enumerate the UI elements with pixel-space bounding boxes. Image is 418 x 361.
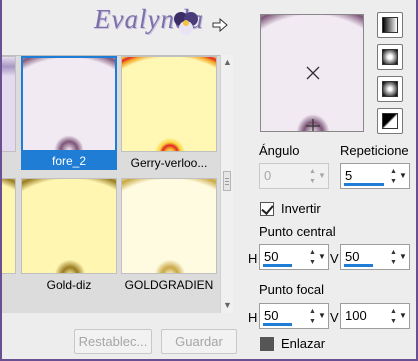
link-label: Enlazar [281,336,326,351]
flower-icon [174,12,198,35]
center-h-stepper[interactable]: 50 ▲ ▼ ▼ [259,244,329,270]
gallery-item-label: Gold-diz [46,278,92,292]
focal-v-value: 100 [345,308,367,323]
scroll-up-icon[interactable]: ▲ [223,58,232,67]
center-v-label: V [330,251,339,266]
gallery-item[interactable] [2,56,16,168]
reset-button[interactable]: Restablec... [74,329,152,354]
angle-value: 0 [264,168,272,183]
repeats-value: 5 [345,168,353,183]
sunburst-style-icon [382,81,398,97]
radial-style-icon [382,113,398,129]
angle-label: Ángulo [259,143,300,158]
angle-stepper[interactable]: 0 ▲ ▼ ▼ [259,163,329,189]
repeats-stepper[interactable]: 5 ▲ ▼ ▼ [340,163,410,189]
gallery-item-label: fore_2 [21,152,117,170]
gallery-item-gerry[interactable]: Gerry-verloo... [121,56,217,170]
focal-v-dropdown-icon[interactable]: ▼ [398,306,408,326]
sunburst-style-button[interactable] [377,76,403,102]
load-arrow-icon[interactable] [212,18,228,32]
angle-down-icon[interactable]: ▼ [308,177,317,186]
focal-h-value: 50 [264,308,279,323]
center-v-slider-bar [344,264,373,267]
rectangular-style-button[interactable] [377,44,403,70]
link-checkbox[interactable] [260,337,274,351]
center-h-value: 50 [264,249,279,264]
save-button[interactable]: Guardar [161,329,237,354]
center-h-up-icon[interactable]: ▲ [308,248,317,257]
gallery-item-goldgradien[interactable]: GOLDGRADIEN [121,178,217,292]
radial-style-button[interactable] [377,108,403,134]
gallery-item[interactable] [2,178,16,290]
gallery-item-fore-2[interactable]: fore_2 [21,56,117,170]
repeats-label: Repeticione [340,143,409,158]
gradient-dialog: Evalynda fore_2 Gerry-verloo... Gold-diz [0,0,418,361]
invert-checkbox[interactable] [260,202,274,216]
focal-v-stepper[interactable]: 100 ▲ ▼ ▼ [340,303,410,329]
center-h-slider-bar [263,264,292,267]
focal-h-dropdown-icon[interactable]: ▼ [317,306,327,326]
gallery-item-label [2,156,16,172]
focal-h-stepper[interactable]: 50 ▲ ▼ ▼ [259,303,329,329]
gallery-item-label: GOLDGRADIEN [124,278,214,292]
center-point-label: Punto central [259,224,336,239]
center-h-dropdown-icon[interactable]: ▼ [317,247,327,267]
focal-h-label: H [248,310,258,325]
invert-label: Invertir [281,201,321,216]
scroll-down-icon[interactable]: ▼ [223,301,232,310]
focal-point-marker-icon[interactable] [306,119,320,132]
gradient-preview[interactable] [260,14,364,132]
center-v-dropdown-icon[interactable]: ▼ [398,247,408,267]
focal-v-label: V [330,310,339,325]
center-v-value: 50 [345,249,360,264]
preset-gallery[interactable]: fore_2 Gerry-verloo... Gold-diz GOLDGRAD… [2,55,220,313]
scroll-thumb[interactable] [223,171,231,191]
gallery-item-label: Gerry-verloo... [130,156,208,170]
focal-point-label: Punto focal [259,282,325,297]
linear-style-button[interactable] [377,12,403,38]
center-v-down-icon[interactable]: ▼ [389,258,398,267]
angle-dropdown-icon[interactable]: ▼ [317,166,327,186]
center-v-stepper[interactable]: 50 ▲ ▼ ▼ [340,244,410,270]
center-v-up-icon[interactable]: ▲ [389,248,398,257]
angle-up-icon[interactable]: ▲ [308,167,317,176]
center-point-marker-icon[interactable] [306,66,320,80]
repeats-down-icon[interactable]: ▼ [389,177,398,186]
focal-h-up-icon[interactable]: ▲ [308,307,317,316]
center-h-down-icon[interactable]: ▼ [308,258,317,267]
gallery-item-gold-diz[interactable]: Gold-diz [21,178,117,292]
gallery-item-label [2,278,16,294]
focal-h-slider-bar [263,323,292,326]
focal-v-down-icon[interactable]: ▼ [389,317,398,326]
center-h-label: H [248,251,258,266]
rectangular-style-icon [382,49,398,65]
linear-style-icon [382,17,398,33]
repeats-up-icon[interactable]: ▲ [389,167,398,176]
repeats-dropdown-icon[interactable]: ▼ [398,166,408,186]
repeats-slider-bar [344,183,384,186]
focal-v-up-icon[interactable]: ▲ [389,307,398,316]
gallery-scrollbar[interactable]: ▲ ▼ [220,55,233,313]
focal-h-down-icon[interactable]: ▼ [308,317,317,326]
